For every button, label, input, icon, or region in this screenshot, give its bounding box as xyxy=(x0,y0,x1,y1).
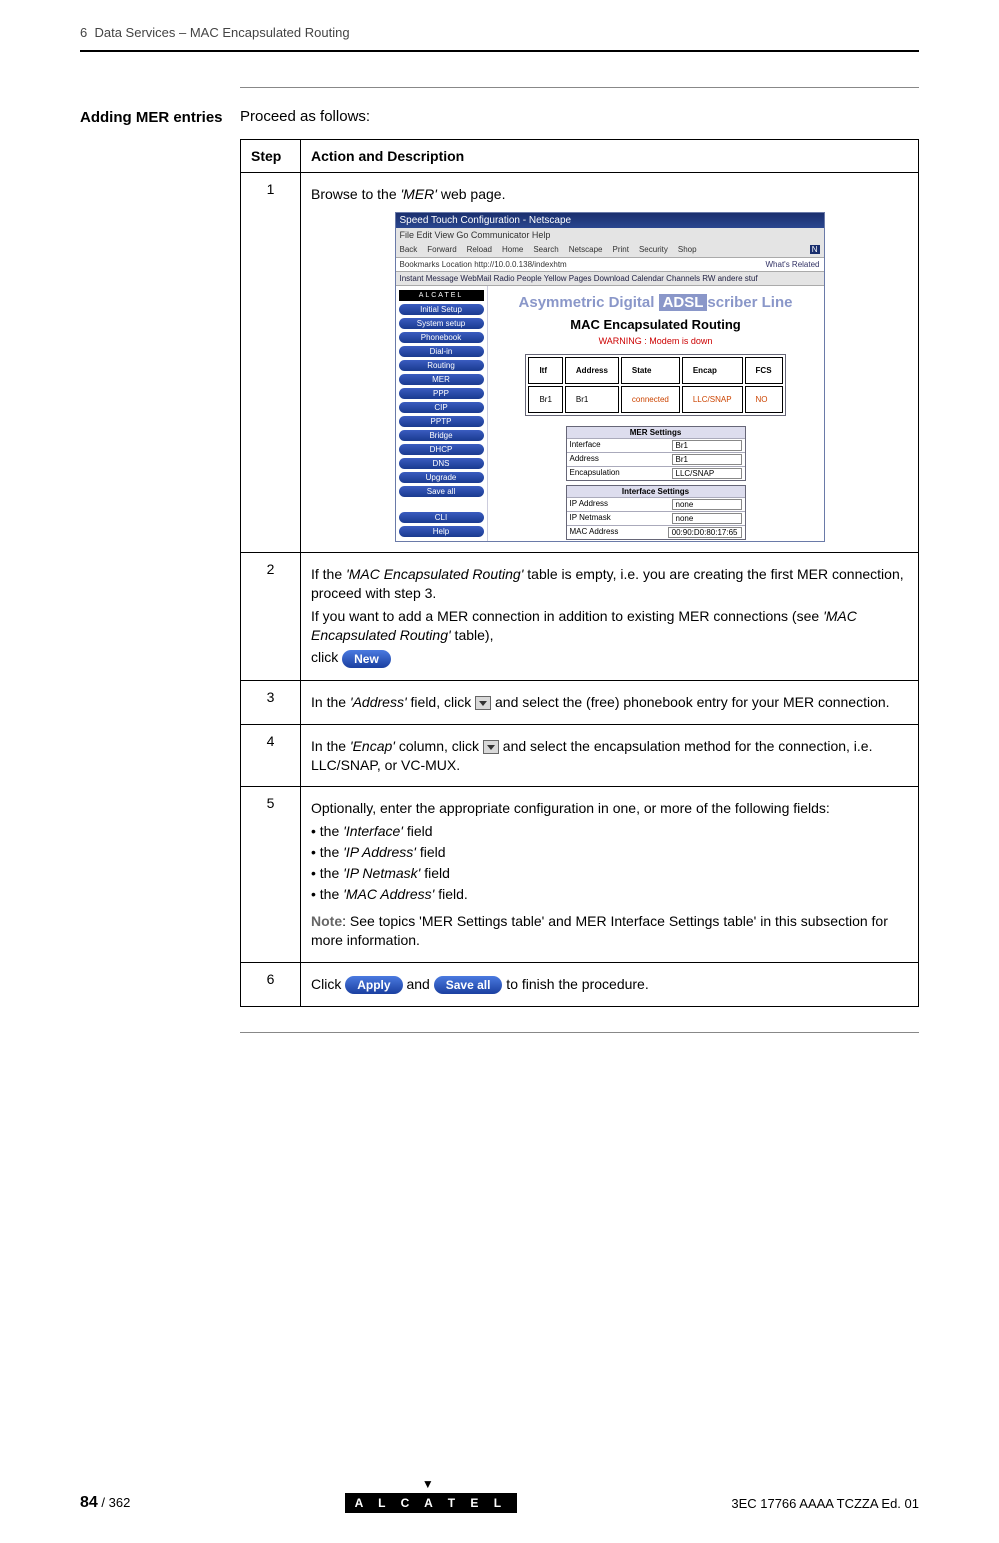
table-row: 3 In the 'Address' field, click and sele… xyxy=(241,680,919,724)
step-number: 6 xyxy=(241,962,301,1006)
sidebar-item: Dial-in xyxy=(399,346,484,357)
step-content: Click Apply and Save all to finish the p… xyxy=(301,962,919,1006)
window-titlebar: Speed Touch Configuration - Netscape xyxy=(396,213,824,228)
sidebar-item: System setup xyxy=(399,318,484,329)
note-label: Note xyxy=(311,913,342,929)
dropdown-icon[interactable] xyxy=(475,696,491,710)
table-row: 5 Optionally, enter the appropriate conf… xyxy=(241,787,919,962)
table-row: 6 Click Apply and Save all to finish the… xyxy=(241,962,919,1006)
personal-toolbar: Instant Message WebMail Radio People Yel… xyxy=(396,272,824,286)
step-content: Browse to the 'MER' web page. Speed Touc… xyxy=(301,173,919,553)
status-bar: Document: Done xyxy=(396,541,824,542)
mer-status-table: Itf Address State Encap FCS Br1 Br1 xyxy=(525,354,785,416)
sidebar-item: CLI xyxy=(399,512,484,523)
sidebar-item: CIP xyxy=(399,402,484,413)
apply-button[interactable]: Apply xyxy=(345,976,402,994)
netscape-icon: N xyxy=(810,245,820,254)
step-content: In the 'Encap' column, click and select … xyxy=(301,724,919,787)
chapter-title: Data Services – MAC Encapsulated Routing xyxy=(94,25,349,40)
col-step: Step xyxy=(241,140,301,173)
step-number: 4 xyxy=(241,724,301,787)
page-total: / 362 xyxy=(98,1495,131,1510)
screenshot-mer-page: Speed Touch Configuration - Netscape Fil… xyxy=(395,212,825,542)
step-number: 3 xyxy=(241,680,301,724)
sidebar-item: Save all xyxy=(399,486,484,497)
sidebar-item: Routing xyxy=(399,360,484,371)
table-row: 1 Browse to the 'MER' web page. Speed To… xyxy=(241,173,919,553)
window-menubar: File Edit View Go Communicator Help xyxy=(396,228,824,242)
sidebar: ALCATEL Initial Setup System setup Phone… xyxy=(396,286,488,541)
location-bar: Bookmarks Location http://10.0.0.138/ind… xyxy=(396,258,824,272)
interface-settings-box: Interface Settings IP Addressnone IP Net… xyxy=(566,485,746,540)
page-header: 6 Data Services – MAC Encapsulated Routi… xyxy=(80,25,919,40)
sidebar-item: Upgrade xyxy=(399,472,484,483)
sidebar-item: Bridge xyxy=(399,430,484,441)
intro-text: Proceed as follows: xyxy=(240,108,919,125)
doc-id: 3EC 17766 AAAA TCZZA Ed. 01 xyxy=(731,1496,919,1511)
step-content: In the 'Address' field, click and select… xyxy=(301,680,919,724)
save-all-button[interactable]: Save all xyxy=(434,976,503,994)
sidebar-item: PPTP xyxy=(399,416,484,427)
section-rule-bottom xyxy=(240,1032,919,1033)
browser-toolbar: Back Forward Reload Home Search Netscape… xyxy=(396,242,824,258)
sidebar-item: PPP xyxy=(399,388,484,399)
step-number: 1 xyxy=(241,173,301,553)
alcatel-logo: ALCATEL xyxy=(399,290,484,301)
sidebar-item: Phonebook xyxy=(399,332,484,343)
col-action: Action and Description xyxy=(301,140,919,173)
sidebar-item: Initial Setup xyxy=(399,304,484,315)
step-number: 2 xyxy=(241,552,301,680)
step-content: If the 'MAC Encapsulated Routing' table … xyxy=(301,552,919,680)
page-footer: 84 / 362 A L C A T E L 3EC 17766 AAAA TC… xyxy=(80,1493,919,1513)
table-row: 4 In the 'Encap' column, click and selec… xyxy=(241,724,919,787)
chapter-number: 6 xyxy=(80,25,87,40)
steps-table: Step Action and Description 1 Browse to … xyxy=(240,139,919,1007)
table-row: 2 If the 'MAC Encapsulated Routing' tabl… xyxy=(241,552,919,680)
mer-settings-box: MER Settings InterfaceBr1 AddressBr1 Enc… xyxy=(566,426,746,481)
sidebar-item: DNS xyxy=(399,458,484,469)
step-content: Optionally, enter the appropriate config… xyxy=(301,787,919,962)
page-number: 84 xyxy=(80,1494,98,1511)
sidebar-item: DHCP xyxy=(399,444,484,455)
sidebar-item: MER xyxy=(399,374,484,385)
warning-text: WARNING : Modem is down xyxy=(494,336,818,346)
panel-title: MAC Encapsulated Routing xyxy=(494,317,818,332)
sidebar-item: Help xyxy=(399,526,484,537)
side-heading: Adding MER entries xyxy=(80,108,240,1007)
new-button[interactable]: New xyxy=(342,650,391,668)
alcatel-logo: A L C A T E L xyxy=(345,1493,517,1513)
adsl-banner: Asymmetric Digital ADSLscriber Line xyxy=(494,294,818,311)
main-panel: Asymmetric Digital ADSLscriber Line MAC … xyxy=(488,286,824,541)
header-rule xyxy=(80,50,919,52)
dropdown-icon[interactable] xyxy=(483,740,499,754)
step-number: 5 xyxy=(241,787,301,962)
section-rule-top xyxy=(240,87,919,88)
